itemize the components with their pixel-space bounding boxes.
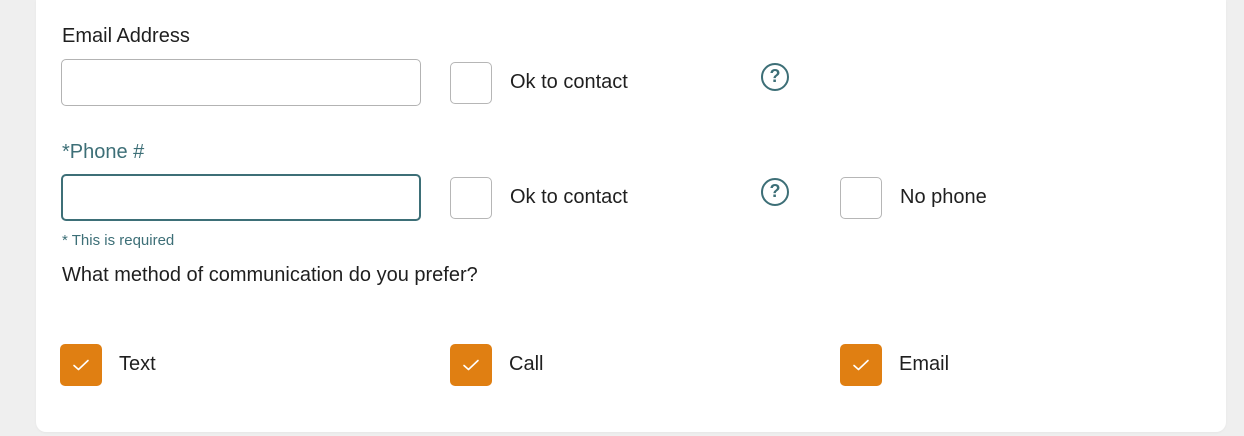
phone-ok-to-contact-checkbox[interactable] [450,177,492,219]
email-ok-to-contact-checkbox[interactable] [450,62,492,104]
text-preference-checkbox[interactable] [60,344,102,386]
email-input[interactable] [61,59,421,106]
phone-ok-to-contact-label: Ok to contact [510,186,628,208]
email-preference-checkbox[interactable] [840,344,882,386]
email-ok-to-contact-label: Ok to contact [510,71,628,93]
phone-help-icon[interactable]: ? [761,178,789,206]
email-help-icon[interactable]: ? [761,63,789,91]
email-label: Email Address [62,25,190,47]
no-phone-label: No phone [900,186,987,208]
check-icon [463,359,479,371]
call-preference-checkbox[interactable] [450,344,492,386]
no-phone-checkbox[interactable] [840,177,882,219]
call-preference-label: Call [509,353,544,375]
email-preference-label: Email [899,353,950,375]
phone-required-message: * This is required [62,232,175,249]
check-icon [73,359,89,371]
phone-label: *Phone # [62,141,145,163]
text-preference-label: Text [119,353,156,375]
check-icon [853,359,869,371]
communication-preference-question: What method of communication do you pref… [62,264,478,286]
phone-input[interactable] [61,174,421,221]
